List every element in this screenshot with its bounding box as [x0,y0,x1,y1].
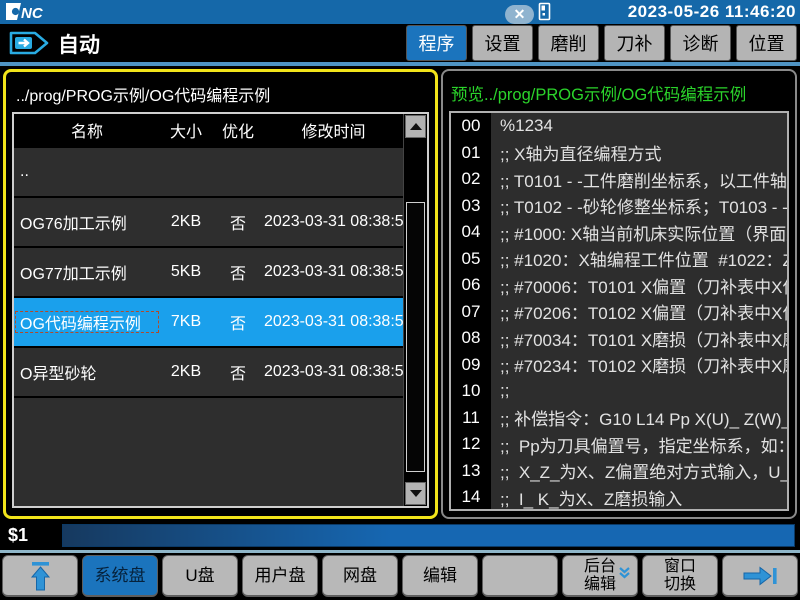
svg-text:NC: NC [21,5,44,22]
triangle-up-icon [410,123,422,130]
code-line: 00%1234 [451,113,787,140]
code-line: 09;; #70234：T0102 X磨损（刀补表中X磨损 [451,352,787,379]
tab-program[interactable]: 程序 [406,25,467,61]
tab-tool-comp[interactable]: 刀补 [604,25,665,61]
code-line: 12;; Pp为刀具偏置号，指定坐标系，如：P1 [451,431,787,458]
code-line: 11;; 补偿指令：G10 L14 Pp X(U)_ Z(W)_ I_ [451,405,787,432]
code-line: 02;; T0101 - -工件磨削坐标系，以工件轴心线 [451,166,787,193]
preview-panel: 预览../prog/PROG示例/OG代码编程示例 00%1234 01;; X… [441,69,797,519]
code-line: 10;; [451,378,787,405]
current-path: ../prog/PROG示例/OG代码编程示例 [16,82,425,106]
softkey-bar: 系统盘 U盘 用户盘 网盘 编辑 后台 编辑 窗口 切换 [0,553,800,600]
tab-diagnosis[interactable]: 诊断 [670,25,731,61]
code-line: 07;; #70206：T0102 X偏置（刀补表中X偏置 [451,299,787,326]
top-tabs: 程序 设置 磨削 刀补 诊断 位置 [406,25,797,61]
arrow-next-icon [740,563,780,589]
screen: NC ✕ 2023-05-26 11:46:20 自动 [0,0,800,600]
table-row[interactable]: OG77加工示例 5KB 否 2023-03-31 08:38:57 [14,248,403,298]
vertical-scrollbar[interactable] [403,114,427,506]
tab-settings[interactable]: 设置 [472,25,533,61]
scroll-up-button[interactable] [405,115,426,138]
tab-grinding[interactable]: 磨削 [538,25,599,61]
code-line: 01;; X轴为直径编程方式 [451,140,787,167]
status-bar: $1 [0,522,800,550]
code-line: 14;; I_ K_为X、Z磨损输入 [451,484,787,511]
storage-device-icon [538,2,551,26]
preview-title: 预览../prog/PROG示例/OG代码编程示例 [451,81,789,105]
mode-label: 自动 [58,29,100,59]
table-row-parent-dir[interactable]: .. [14,148,403,198]
softkey-blank[interactable] [482,555,558,597]
column-header-name: 名称 [14,118,160,142]
scroll-down-button[interactable] [405,482,426,505]
datetime-display: 2023-05-26 11:46:20 [628,2,796,22]
command-input[interactable] [62,524,795,547]
close-icon[interactable]: ✕ [505,5,534,24]
auto-mode-icon [8,29,50,62]
code-listing: 00%1234 01;; X轴为直径编程方式 02;; T0101 - -工件磨… [449,111,789,511]
channel-label: $1 [8,525,28,546]
column-header-mtime: 修改时间 [264,118,403,142]
softkey-usb-disk[interactable]: U盘 [162,555,238,597]
softkey-window-switch[interactable]: 窗口 切换 [642,555,718,597]
code-line: 04;; #1000: X轴当前机床实际位置（界面显示 [451,219,787,246]
titlebar: NC ✕ 2023-05-26 11:46:20 [0,0,800,24]
code-line: 13;; X_Z_为X、Z偏置绝对方式输入，U_W_ [451,458,787,485]
double-chevron-down-icon [618,564,631,583]
file-table-header: 名称 大小 优化 修改时间 [14,114,403,148]
softkey-background-edit[interactable]: 后台 编辑 [562,555,638,597]
column-header-size: 大小 [160,118,212,142]
table-row[interactable]: OG76加工示例 2KB 否 2023-03-31 08:38:57 [14,198,403,248]
softkey-next-page[interactable] [722,555,798,597]
column-header-optimized: 优化 [212,118,264,142]
file-table: 名称 大小 优化 修改时间 .. OG76加工示例 2KB 否 2023-03-… [12,112,429,508]
up-to-top-icon [24,559,56,593]
code-line: 05;; #1020：X轴编程工件位置 #1022：Z轴 [451,246,787,273]
return-to-top-button[interactable] [2,555,78,597]
softkey-net-disk[interactable]: 网盘 [322,555,398,597]
table-row-selected[interactable]: OG代码编程示例 7KB 否 2023-03-31 08:38:57 [14,298,403,348]
softkey-system-disk[interactable]: 系统盘 [82,555,158,597]
mode-tab-bar: 自动 程序 设置 磨削 刀补 诊断 位置 [0,24,800,62]
softkey-user-disk[interactable]: 用户盘 [242,555,318,597]
code-line: 03;; T0102 - -砂轮修整坐标系；T0103 - -端面 [451,193,787,220]
triangle-down-icon [410,490,422,497]
table-row[interactable]: O异型砂轮 2KB 否 2023-03-31 08:38:57 [14,348,403,398]
softkey-edit[interactable]: 编辑 [402,555,478,597]
code-line: 08;; #70034：T0101 X磨损（刀补表中X磨损 [451,325,787,352]
file-browser-panel: ../prog/PROG示例/OG代码编程示例 名称 大小 优化 修改时间 ..… [3,69,438,519]
tab-position[interactable]: 位置 [736,25,797,61]
main-area: ../prog/PROG示例/OG代码编程示例 名称 大小 优化 修改时间 ..… [0,66,800,522]
scrollbar-thumb[interactable] [406,202,425,472]
code-line: 06;; #70006：T0101 X偏置（刀补表中X偏置 [451,272,787,299]
